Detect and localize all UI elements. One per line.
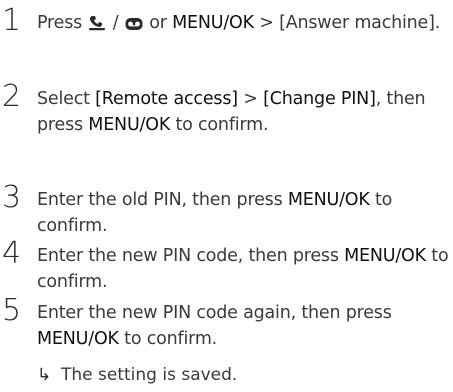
step-text: Enter the new PIN code, then press MENU/… — [37, 243, 453, 295]
step-text-part: > [Answer machine]. — [253, 13, 441, 33]
step-text: Press / or MENU/OK > [Answer machine]. — [37, 10, 453, 39]
step-keyword: MENU/OK — [88, 115, 171, 135]
step-text-part: Select — [37, 89, 96, 109]
step-number: 5 — [2, 293, 22, 328]
step-keyword: MENU/OK — [172, 13, 254, 33]
step-keyword: [Remote access] — [95, 89, 238, 109]
step-text-part: Press — [37, 13, 88, 33]
result-text: The setting is saved. — [61, 365, 238, 385]
step-text-part: to confirm. — [170, 115, 269, 135]
step-number: 2 — [2, 79, 22, 114]
step-number: 1 — [2, 3, 22, 38]
step-text: Select [Remote access] > [Change PIN], t… — [37, 86, 453, 138]
step-5-result: ↳ The setting is saved. — [37, 363, 237, 387]
step-text-part: Enter the new PIN code again, then press — [37, 303, 397, 323]
voicemail-icon — [125, 13, 143, 39]
instruction-steps: 1 Press / or MENU/OK > [Answer machine].… — [0, 0, 453, 392]
step-keyword: MENU/OK — [344, 246, 426, 266]
step-keyword: MENU/OK — [37, 329, 119, 349]
step-number: 3 — [2, 180, 22, 215]
step-text-part: > — [237, 89, 264, 109]
step-text-part: Enter the new PIN code, then press — [37, 246, 345, 266]
step-number: 4 — [2, 236, 22, 271]
step-keyword: MENU/OK — [287, 190, 370, 210]
step-text: Enter the new PIN code again, then press… — [37, 300, 453, 352]
step-keyword: [Change PIN] — [263, 89, 376, 109]
step-text-part: or — [143, 13, 173, 33]
step-text-part: Enter the old PIN, then press — [37, 190, 288, 210]
step-text-part: to confirm. — [118, 329, 218, 349]
answer-machine-handset-icon — [88, 13, 106, 39]
step-text-part: / — [107, 13, 124, 33]
result-arrow-icon: ↳ — [37, 365, 52, 385]
step-text: Enter the old PIN, then press MENU/OK to… — [37, 187, 453, 239]
